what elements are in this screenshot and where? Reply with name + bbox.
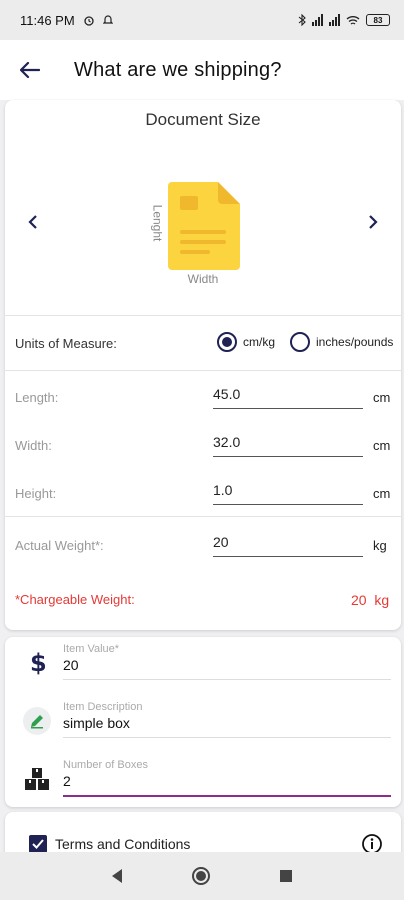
terms-checkbox[interactable]: [29, 835, 47, 853]
status-bar: 11:46 PM 83: [0, 0, 404, 40]
divider: [5, 516, 401, 517]
number-of-boxes-input[interactable]: 2: [63, 773, 391, 795]
height-input[interactable]: 1.0: [213, 482, 363, 505]
battery-icon: 83: [366, 14, 390, 26]
signal-icon-2: [329, 14, 340, 26]
chargeable-weight-value: 20 kg: [351, 592, 389, 608]
units-of-measure-label: Units of Measure:: [15, 336, 117, 351]
radio-inches-pounds-label: inches/pounds: [316, 335, 394, 349]
divider: [5, 315, 401, 316]
boxes-icon: [23, 765, 51, 793]
page-title: What are we shipping?: [74, 58, 282, 81]
chargeable-weight-label: *Chargeable Weight:: [15, 592, 135, 607]
dollar-icon: $: [23, 649, 51, 677]
length-input[interactable]: 45.0: [213, 386, 363, 409]
document-icon: [168, 182, 240, 275]
notification-icon: [102, 15, 113, 24]
nav-home-icon[interactable]: [192, 867, 210, 885]
system-nav-bar: [0, 852, 404, 900]
divider: [5, 370, 401, 371]
number-of-boxes-label: Number of Boxes: [63, 759, 148, 771]
radio-selected-icon: [217, 332, 237, 352]
document-size-title: Document Size: [145, 110, 261, 129]
length-label: Length:: [15, 390, 59, 405]
pencil-icon: [23, 707, 51, 735]
width-unit: cm: [373, 438, 391, 453]
dimensions-card: Document Size Lenght Width Units of Meas…: [5, 100, 401, 630]
signal-icon: [312, 14, 323, 26]
length-axis-label: Lenght: [150, 204, 165, 242]
svg-text:$: $: [30, 650, 46, 676]
chargeable-weight-unit: kg: [374, 592, 390, 608]
number-of-boxes-field[interactable]: Number of Boxes 2: [63, 759, 391, 797]
app-bar: What are we shipping?: [0, 40, 404, 100]
chevron-left-icon[interactable]: [23, 210, 43, 234]
chevron-right-icon[interactable]: [363, 210, 383, 234]
actual-weight-unit: kg: [373, 538, 387, 553]
width-label: Width:: [15, 438, 52, 453]
bluetooth-icon: [298, 14, 306, 26]
back-arrow-icon[interactable]: [18, 58, 42, 82]
terms-label[interactable]: Terms and Conditions: [55, 836, 190, 852]
width-input[interactable]: 32.0: [213, 434, 363, 457]
item-description-label: Item Description: [63, 701, 143, 713]
item-description-input[interactable]: simple box: [63, 715, 391, 737]
checkmark-icon: [32, 839, 44, 849]
radio-cm-kg-label: cm/kg: [243, 335, 276, 349]
nav-back-icon[interactable]: [112, 869, 122, 883]
width-axis-label: Width: [187, 272, 219, 286]
chargeable-weight-number: 20: [351, 592, 367, 608]
item-value-input[interactable]: 20: [63, 657, 391, 679]
radio-unselected-icon: [290, 332, 310, 352]
height-label: Height:: [15, 486, 57, 501]
item-description-field[interactable]: Item Description simple box: [63, 701, 391, 738]
alarm-icon: [84, 16, 94, 26]
actual-weight-input[interactable]: 20: [213, 534, 363, 557]
item-details-card: $ Item Value* 20 Item Description simple…: [5, 637, 401, 807]
radio-cm-kg[interactable]: cm/kg: [217, 332, 275, 352]
nav-recents-icon[interactable]: [280, 870, 292, 882]
actual-weight-label: Actual Weight*:: [15, 538, 104, 553]
length-unit: cm: [373, 390, 391, 405]
radio-inches-pounds[interactable]: inches/pounds: [290, 332, 393, 352]
status-time: 11:46 PM: [20, 12, 75, 28]
height-unit: cm: [373, 486, 391, 501]
item-value-field[interactable]: Item Value* 20: [63, 643, 391, 680]
item-value-label: Item Value*: [63, 643, 120, 655]
wifi-icon: [346, 15, 360, 25]
